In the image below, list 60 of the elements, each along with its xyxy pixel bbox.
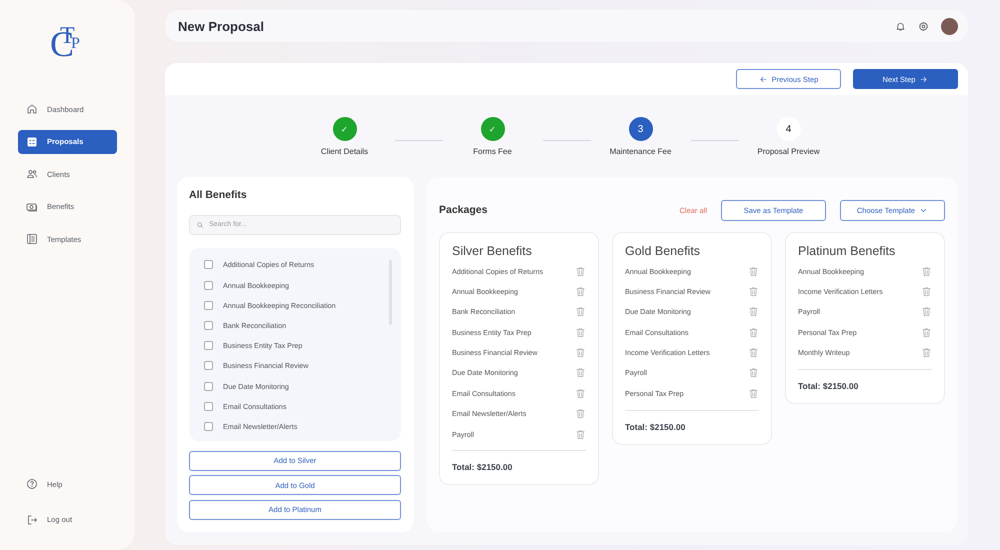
trash-icon	[748, 306, 759, 318]
package-title: Silver Benefits	[452, 244, 533, 258]
people-icon	[26, 168, 38, 180]
step-label: Proposal Preview	[757, 147, 820, 156]
step-indicator: 3	[628, 117, 652, 142]
document-list-icon	[26, 233, 38, 246]
trash-icon	[748, 388, 759, 399]
checkbox[interactable]	[204, 341, 213, 350]
panel-title: Packages	[439, 204, 488, 216]
trash-icon	[575, 326, 586, 338]
step-label: Forms Fee	[473, 147, 512, 156]
list-icon	[26, 136, 38, 148]
search-icon	[196, 220, 204, 229]
step-indicator: ✓	[480, 117, 504, 142]
trash-icon	[575, 367, 586, 378]
arrow-left-icon	[758, 74, 768, 84]
checkbox[interactable]	[204, 320, 213, 330]
trash-icon	[748, 347, 759, 358]
step-label: Client Details	[320, 147, 368, 156]
checkbox[interactable]	[204, 260, 213, 270]
banknote-icon	[26, 200, 38, 213]
package-total: Total: $2150.00	[625, 422, 686, 432]
package-total: Total: $2150.00	[452, 462, 514, 472]
checkbox[interactable]	[204, 422, 213, 431]
trash-icon	[748, 326, 759, 338]
trash-icon	[575, 408, 586, 420]
avatar[interactable]	[941, 18, 958, 34]
package-total: Total: $2150.00	[798, 380, 860, 391]
trash-icon	[575, 347, 586, 358]
package-title: Platinum Benefits	[798, 244, 896, 258]
trash-icon	[748, 266, 759, 276]
trash-icon	[921, 347, 932, 358]
settings-icon	[918, 20, 929, 32]
package-title: Gold Benefits	[625, 244, 702, 258]
trash-icon	[921, 326, 932, 338]
step-indicator: 4	[776, 117, 800, 142]
trash-icon	[575, 286, 586, 297]
step-indicator: ✓	[332, 117, 356, 142]
arrow-right-icon	[919, 74, 928, 84]
trash-icon	[748, 286, 759, 297]
trash-icon	[921, 286, 932, 297]
trash-icon	[575, 266, 586, 276]
trash-icon	[575, 428, 586, 440]
checkbox[interactable]	[204, 361, 213, 370]
checkbox[interactable]	[204, 280, 213, 290]
checkbox[interactable]	[204, 402, 213, 411]
checkbox[interactable]	[204, 382, 213, 391]
bell-icon	[895, 20, 906, 32]
question-icon	[26, 478, 38, 490]
trash-icon	[748, 367, 759, 378]
trash-icon	[575, 388, 586, 399]
house-icon	[26, 103, 38, 116]
step-label: Maintenance Fee	[610, 147, 672, 156]
panel-title: All Benefits	[189, 188, 248, 201]
trash-icon	[921, 266, 932, 276]
logout-icon	[26, 514, 38, 526]
trash-icon	[575, 306, 586, 318]
page-title: New Proposal	[178, 18, 265, 34]
trash-icon	[921, 306, 932, 318]
checkbox[interactable]	[204, 300, 213, 310]
